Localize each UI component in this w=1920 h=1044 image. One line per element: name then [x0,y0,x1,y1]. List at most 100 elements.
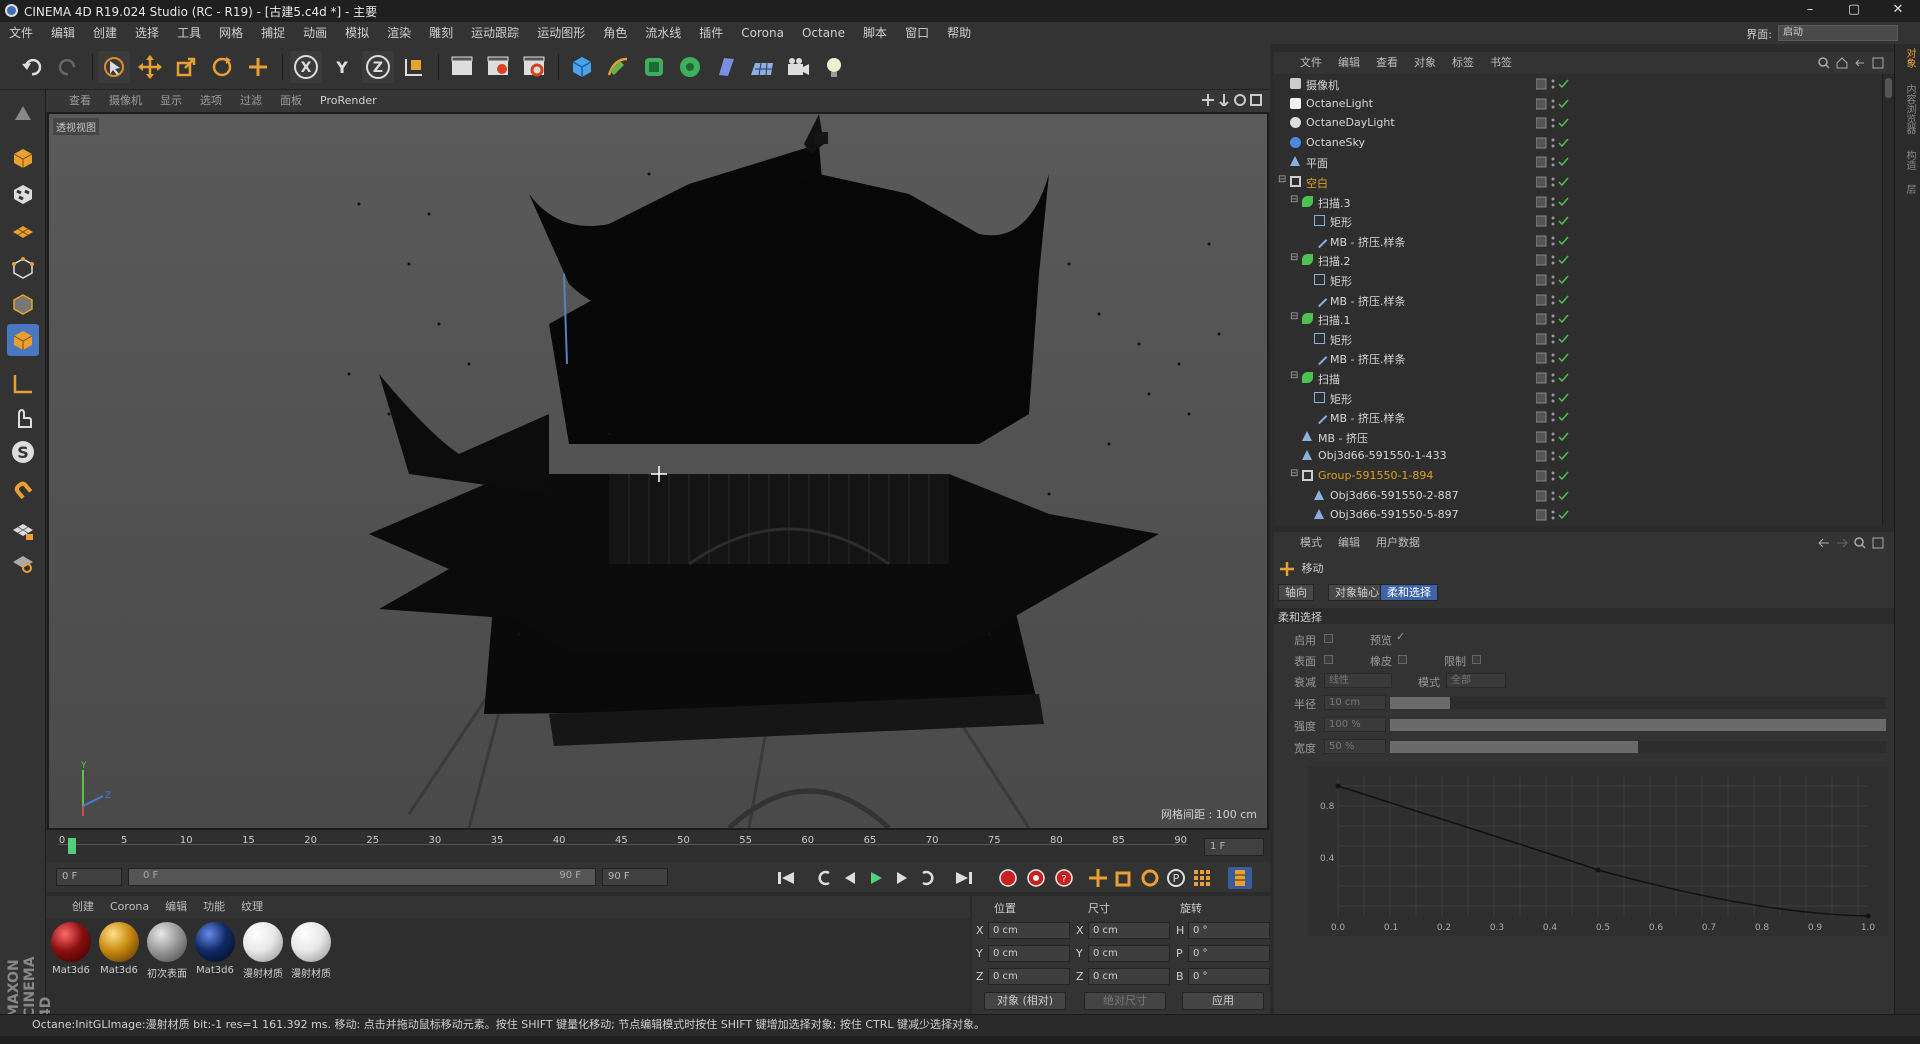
material-menu-texture[interactable]: 纹理 [233,896,271,918]
size-x-field[interactable]: 0 cm [1088,922,1170,939]
size-z-field[interactable]: 0 cm [1088,968,1170,985]
visibility-flags[interactable] [1535,274,1570,289]
minimize-button[interactable]: – [1788,0,1832,22]
object-name[interactable]: MB - 挤压.样条 [1330,234,1406,250]
go-to-start-icon[interactable] [774,867,798,889]
rot-p-field[interactable]: 0 ° [1188,945,1270,962]
playhead[interactable] [68,838,76,854]
key-pla-icon[interactable] [1190,867,1214,889]
rotate-tool-icon[interactable] [206,51,238,83]
am-menu-user-data[interactable]: 用户数据 [1368,532,1428,554]
visibility-flags[interactable] [1535,392,1570,407]
falloff-graph[interactable]: 0.8 0.4 0.0 0.1 0.2 0.3 0.4 0.5 0.6 0.7 0.8 0.9 1.… [1308,766,1888,936]
width-field[interactable]: 50 % [1324,739,1386,754]
menu-mesh[interactable]: 网格 [210,22,252,44]
viewport-menu-display[interactable]: 显示 [151,90,191,112]
make-editable-icon[interactable] [7,98,39,130]
previous-key-icon[interactable] [812,867,836,889]
om-menu-objects[interactable]: 对象 [1406,52,1444,74]
object-row[interactable]: 矩形 [1274,211,1882,231]
object-row[interactable]: OctaneSky [1274,133,1882,153]
previous-frame-icon[interactable] [838,867,862,889]
workplane-mode-icon[interactable] [7,214,39,246]
object-name[interactable]: 矩形 [1330,214,1352,230]
timeline-ruler[interactable]: 0 5 10 15 20 25 30 35 40 45 50 55 60 65 70 75 80 85 90 [58,832,1188,850]
next-frame-icon[interactable] [890,867,914,889]
side-tab-layers[interactable]: 层 [1899,184,1917,194]
viewport-menu-options[interactable]: 选项 [191,90,231,112]
undo-icon[interactable] [16,51,48,83]
key-scale-icon[interactable] [1112,867,1136,889]
record-keyframe-icon[interactable] [996,867,1020,889]
rot-b-field[interactable]: 0 ° [1188,968,1270,985]
viewport-menu-prorender[interactable]: ProRender [311,90,386,112]
pos-y-field[interactable]: 0 cm [988,945,1070,962]
close-button[interactable]: ✕ [1876,0,1920,22]
deformer-icon[interactable] [710,51,742,83]
object-name[interactable]: OctaneDayLight [1306,116,1395,129]
material-menu-create[interactable]: 创建 [64,896,102,918]
object-row[interactable]: MB - 挤压.样条 [1274,231,1882,251]
expand-toggle-icon[interactable]: ⊟ [1290,468,1298,479]
visibility-flags[interactable] [1535,78,1570,93]
scale-tool-icon[interactable] [170,51,202,83]
visibility-flags[interactable] [1535,156,1570,171]
visibility-flags[interactable] [1535,470,1570,485]
object-row[interactable]: 矩形 [1274,329,1882,349]
object-row[interactable]: ⊟ 扫描 [1274,368,1882,388]
material-swatch[interactable]: 初次表面 [144,922,190,980]
visibility-flags[interactable] [1535,411,1570,426]
object-name[interactable]: Obj3d66-591550-2-887 [1330,489,1459,502]
om-menu-view[interactable]: 查看 [1368,52,1406,74]
object-row[interactable]: ⊟ 扫描.2 [1274,250,1882,270]
object-name[interactable]: 扫描 [1318,371,1340,387]
start-frame-field[interactable]: 0 F [56,868,122,886]
z-axis-lock-button[interactable]: Z [362,51,394,83]
model-mode-icon[interactable] [7,142,39,174]
expand-toggle-icon[interactable]: ⊟ [1278,174,1286,185]
tweak-mode-icon[interactable] [7,402,39,434]
render-picture-viewer-icon[interactable] [482,51,514,83]
menu-script[interactable]: 脚本 [854,22,896,44]
material-swatch[interactable]: Mat3d6 [192,922,238,976]
visibility-flags[interactable] [1535,98,1570,113]
menu-character[interactable]: 角色 [594,22,636,44]
visibility-flags[interactable] [1535,490,1570,505]
expand-toggle-icon[interactable]: ⊟ [1290,311,1298,322]
apply-button[interactable]: 应用 [1182,992,1264,1010]
key-rotation-icon[interactable] [1138,867,1162,889]
om-nav-icons[interactable] [1818,57,1884,69]
object-name[interactable]: Group-591550-1-894 [1318,469,1433,482]
menu-sculpt[interactable]: 雕刻 [420,22,462,44]
polygons-mode-icon[interactable] [7,324,39,356]
pen-spline-icon[interactable] [602,51,634,83]
object-name[interactable]: MB - 挤压 [1318,430,1368,446]
object-row[interactable]: 摄像机 [1274,74,1882,94]
viewport-nav-icons[interactable] [1202,94,1262,106]
redo-icon[interactable] [52,51,84,83]
current-frame-field[interactable]: 1 F [1204,838,1264,856]
material-swatch[interactable]: 漫射材质 [240,922,286,980]
menu-animate[interactable]: 动画 [294,22,336,44]
visibility-flags[interactable] [1535,372,1570,387]
object-manager-scrollbar[interactable] [1882,74,1894,526]
menu-plugins[interactable]: 插件 [690,22,732,44]
menu-snap[interactable]: 捕捉 [252,22,294,44]
keyframe-selection-icon[interactable]: ? [1052,867,1076,889]
menu-render[interactable]: 渲染 [378,22,420,44]
object-row[interactable]: 矩形 [1274,270,1882,290]
menu-simulate[interactable]: 模拟 [336,22,378,44]
object-row[interactable]: ⊟ 空白 [1274,172,1882,192]
expand-toggle-icon[interactable]: ⊟ [1290,370,1298,381]
object-row[interactable]: MB - 挤压.样条 [1274,290,1882,310]
object-name[interactable]: 摄像机 [1306,77,1339,93]
side-tab-content-browser[interactable]: 内容浏览器 [1899,84,1917,134]
workplane-align-icon[interactable] [7,546,39,578]
am-menu-edit[interactable]: 编辑 [1330,532,1368,554]
viewport-menu-panel[interactable]: 面板 [271,90,311,112]
enable-axis-icon[interactable] [7,368,39,400]
visibility-flags[interactable] [1535,431,1570,446]
object-name[interactable]: 平面 [1306,155,1328,171]
object-row[interactable]: OctaneDayLight [1274,113,1882,133]
visibility-flags[interactable] [1535,254,1570,269]
